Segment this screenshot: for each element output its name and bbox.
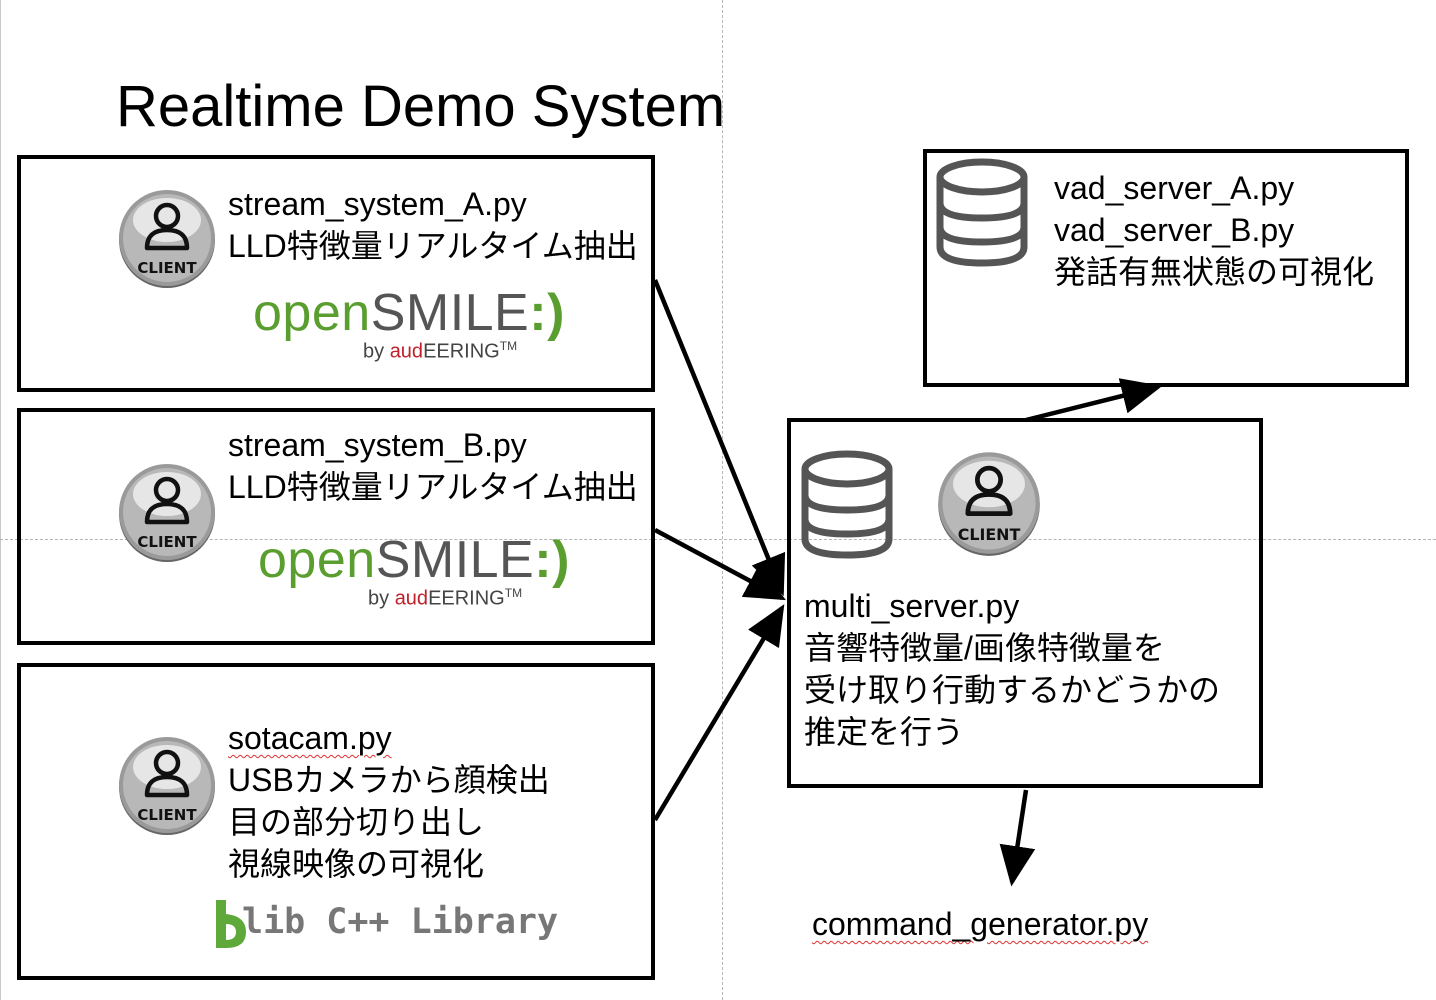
svg-text:CLIENT: CLIENT [137,806,197,824]
multi-server-line-2: 音響特徴量/画像特徴量を [804,630,1165,666]
client-icon: CLIENT [934,448,1044,558]
opensmile-logo: openSMILE:) by audEERINGTM [253,284,565,363]
svg-text:CLIENT: CLIENT [137,259,197,277]
stream-system-a-filename: stream_system_A.py [228,186,527,222]
sotacam-filename: sotacam.py [228,720,392,756]
stream-system-b-description: LLD特徴量リアルタイム抽出 [228,469,638,505]
database-icon [797,447,897,567]
svg-text:CLIENT: CLIENT [958,525,1021,544]
vad-server-a-filename: vad_server_A.py [1054,170,1295,206]
vad-server-text: vad_server_A.py vad_server_B.py 発話有無状態の可… [1054,167,1374,293]
multi-server-filename: multi_server.py [804,588,1020,624]
stream-system-b-filename: stream_system_B.py [228,427,527,463]
sotacam-text: sotacam.py USBカメラから顔検出 目の部分切り出し 視線映像の可視化 [228,717,550,885]
stream-system-b-text: stream_system_B.py LLD特徴量リアルタイム抽出 [228,424,638,508]
client-icon: CLIENT [115,733,219,837]
database-icon [932,155,1032,275]
client-icon: CLIENT [115,460,219,564]
arrow-multi-to-command [999,789,1036,887]
arrow-sotacam-to-multi [653,604,785,822]
client-icon: CLIENT [115,186,219,290]
sotacam-line-3: 目の部分切り出し [228,804,485,840]
arrow-stream-a-to-multi [652,279,786,597]
stream-system-a-text: stream_system_A.py LLD特徴量リアルタイム抽出 [228,183,638,267]
dlib-logo: lib C++ Library [212,896,558,956]
multi-server-line-4: 推定を行う [804,714,965,750]
vad-server-description: 発話有無状態の可視化 [1054,254,1375,290]
command-generator-label: command_generator.py [812,906,1149,942]
sotacam-line-4: 視線映像の可視化 [228,846,485,882]
opensmile-logo: openSMILE:) by audEERINGTM [258,531,570,610]
multi-server-line-3: 受け取り行動するかどうかの [804,672,1221,708]
sotacam-line-2: USBカメラから顔検出 [228,762,550,798]
arrow-multi-to-vad [1025,378,1163,423]
stream-system-a-description: LLD特徴量リアルタイム抽出 [228,228,638,264]
multi-server-text: multi_server.py 音響特徴量/画像特徴量を 受け取り行動するかどう… [804,585,1220,753]
vad-server-b-filename: vad_server_B.py [1054,212,1295,248]
svg-text:CLIENT: CLIENT [137,533,197,551]
